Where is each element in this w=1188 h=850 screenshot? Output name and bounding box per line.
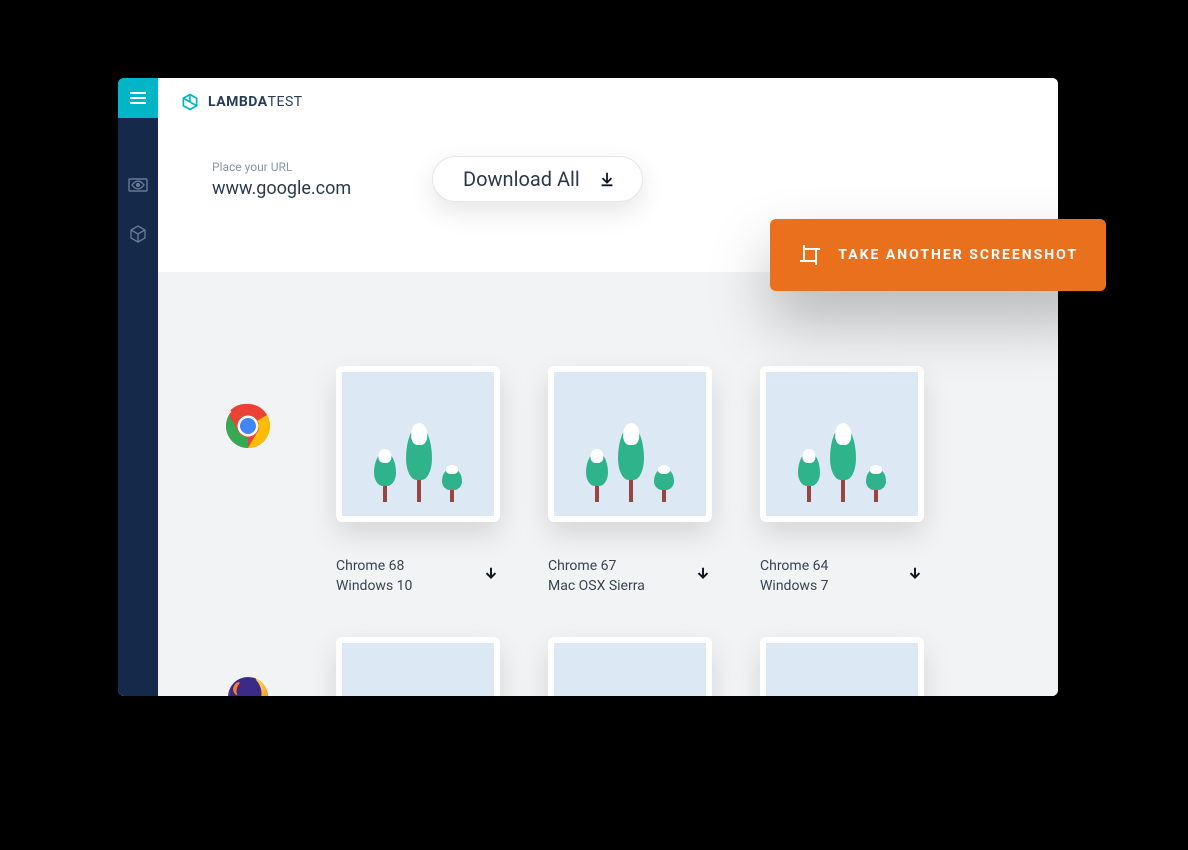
sidebar-spacer — [118, 118, 158, 162]
screenshot-card — [336, 637, 500, 696]
screenshot-card — [760, 637, 924, 696]
screenshot-thumb[interactable] — [336, 366, 500, 522]
card-meta: Chrome 64 Windows 7 — [760, 556, 924, 597]
browser-row-chrome: Chrome 68 Windows 10 — [218, 366, 1018, 597]
screenshot-thumb[interactable] — [336, 637, 500, 696]
logo: LAMBDATEST — [180, 92, 1036, 112]
take-another-screenshot-button[interactable]: TAKE ANOTHER SCREENSHOT — [770, 219, 1106, 291]
crop-icon — [798, 243, 822, 267]
url-label: Place your URL — [212, 160, 392, 174]
card-text: Chrome 67 Mac OSX Sierra — [548, 556, 645, 597]
hamburger-icon — [130, 92, 146, 104]
url-value: www.google.com — [212, 178, 392, 199]
download-icon — [694, 565, 712, 583]
take-another-label: TAKE ANOTHER SCREENSHOT — [838, 247, 1078, 263]
browser-row-firefox — [218, 637, 1018, 696]
sidebar-item-realtime[interactable] — [118, 162, 158, 210]
screenshot-thumb[interactable] — [548, 637, 712, 696]
download-icon — [598, 170, 616, 188]
brand-text-light: TEST — [268, 94, 303, 110]
screenshot-thumb[interactable] — [760, 637, 924, 696]
brand-icon — [180, 92, 200, 112]
app-window: LAMBDATEST Place your URL www.google.com… — [118, 78, 1058, 696]
screenshot-thumb[interactable] — [760, 366, 924, 522]
results-panel: Chrome 68 Windows 10 — [158, 272, 1058, 696]
sidebar-item-box[interactable] — [118, 210, 158, 258]
download-card-button[interactable] — [906, 565, 924, 587]
cube-icon — [128, 224, 148, 244]
browser-icon-col — [218, 366, 278, 450]
card-os: Windows 10 — [336, 576, 412, 596]
brand-text: LAMBDATEST — [208, 94, 303, 110]
screenshot-card: Chrome 68 Windows 10 — [336, 366, 500, 597]
screenshot-thumb[interactable] — [548, 366, 712, 522]
chrome-icon — [224, 402, 272, 450]
screenshot-card: Chrome 64 Windows 7 — [760, 366, 924, 597]
card-os: Windows 7 — [760, 576, 829, 596]
card-text: Chrome 64 Windows 7 — [760, 556, 829, 597]
chrome-cards: Chrome 68 Windows 10 — [336, 366, 924, 597]
card-meta: Chrome 68 Windows 10 — [336, 556, 500, 597]
download-icon — [482, 565, 500, 583]
card-text: Chrome 68 Windows 10 — [336, 556, 412, 597]
browser-icon-col — [218, 637, 278, 696]
firefox-icon — [224, 673, 272, 696]
download-all-label: Download All — [463, 167, 580, 191]
url-block: Place your URL www.google.com — [212, 160, 392, 199]
download-card-button[interactable] — [482, 565, 500, 587]
download-all-button[interactable]: Download All — [432, 156, 643, 202]
download-card-button[interactable] — [694, 565, 712, 587]
card-meta: Chrome 67 Mac OSX Sierra — [548, 556, 712, 597]
hamburger-button[interactable] — [118, 78, 158, 118]
card-browser: Chrome 64 — [760, 556, 829, 576]
card-browser: Chrome 68 — [336, 556, 412, 576]
screenshot-card: Chrome 67 Mac OSX Sierra — [548, 366, 712, 597]
card-browser: Chrome 67 — [548, 556, 645, 576]
card-os: Mac OSX Sierra — [548, 576, 645, 596]
main-area: LAMBDATEST Place your URL www.google.com… — [158, 78, 1058, 696]
sidebar — [118, 78, 158, 696]
screenshot-card — [548, 637, 712, 696]
firefox-cards — [336, 637, 924, 696]
monitor-eye-icon — [128, 178, 148, 194]
brand-text-bold: LAMBDA — [208, 94, 268, 110]
download-icon — [906, 565, 924, 583]
